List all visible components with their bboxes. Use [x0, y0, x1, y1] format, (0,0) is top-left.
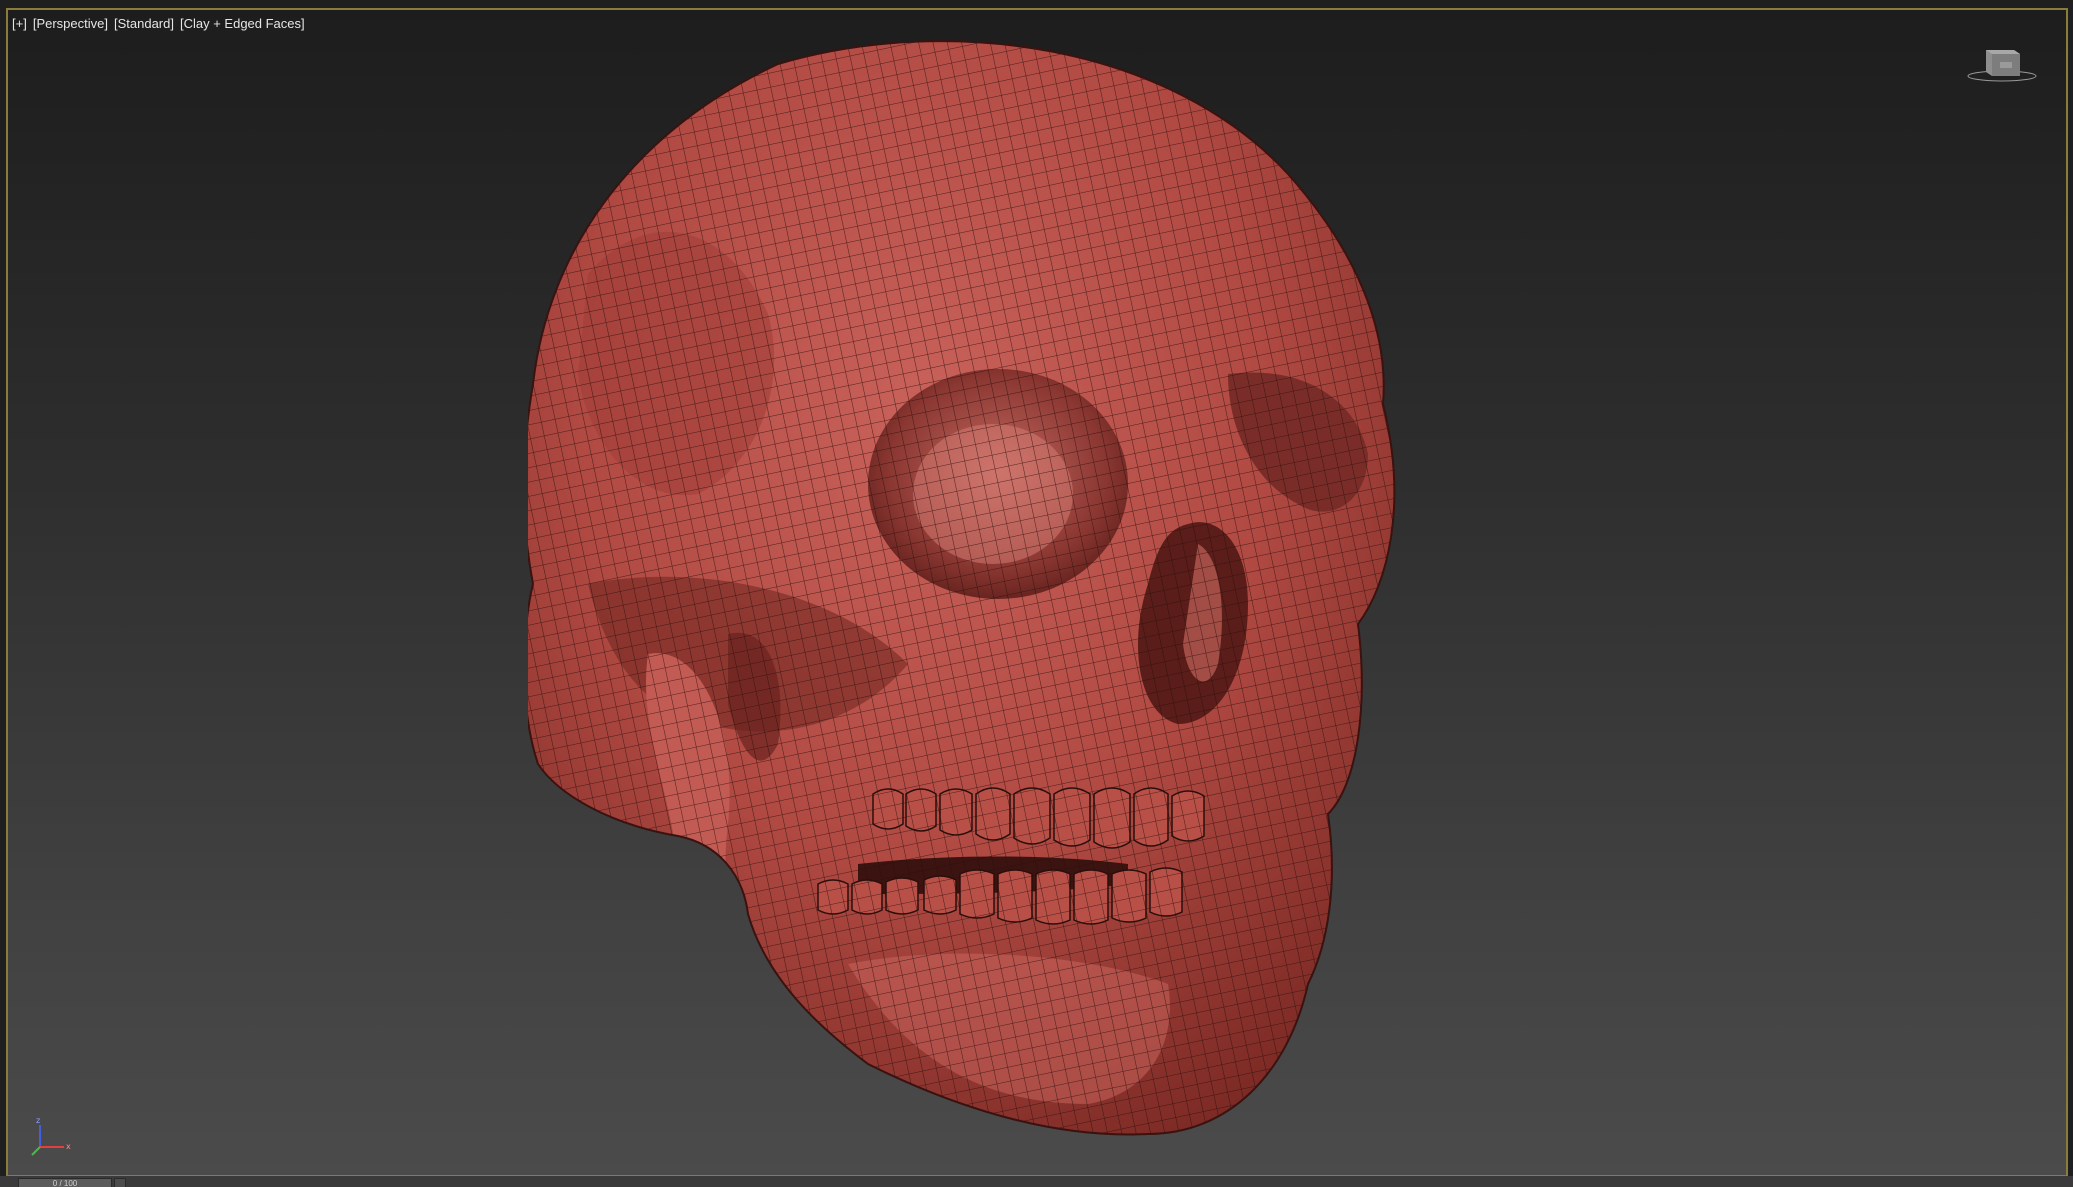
time-slider-next-button[interactable] — [114, 1178, 126, 1187]
timeline-bar — [0, 1176, 2073, 1187]
viewport-label-menu: [+] [Perspective] [Standard] [Clay + Edged … — [12, 16, 305, 31]
viewcube-icon[interactable] — [1966, 40, 2038, 84]
svg-text:z: z — [36, 1116, 40, 1125]
viewport-plus-menu[interactable]: [+] — [12, 16, 27, 31]
max-app: [+] [Perspective] [Standard] [Clay + Edged … — [0, 0, 2073, 1187]
axis-tripod-icon: z x — [31, 1116, 71, 1156]
viewport-display-menu[interactable]: [Clay + Edged Faces] — [180, 16, 305, 31]
viewport-view-menu[interactable]: [Perspective] — [33, 16, 108, 31]
time-slider[interactable]: 0 / 100 — [18, 1178, 112, 1187]
perspective-viewport[interactable]: [+] [Perspective] [Standard] [Clay + Edged … — [6, 8, 2068, 1177]
svg-text:x: x — [66, 1142, 71, 1151]
skull-mesh[interactable] — [528, 24, 1408, 1154]
viewport-shading-menu[interactable]: [Standard] — [114, 16, 174, 31]
